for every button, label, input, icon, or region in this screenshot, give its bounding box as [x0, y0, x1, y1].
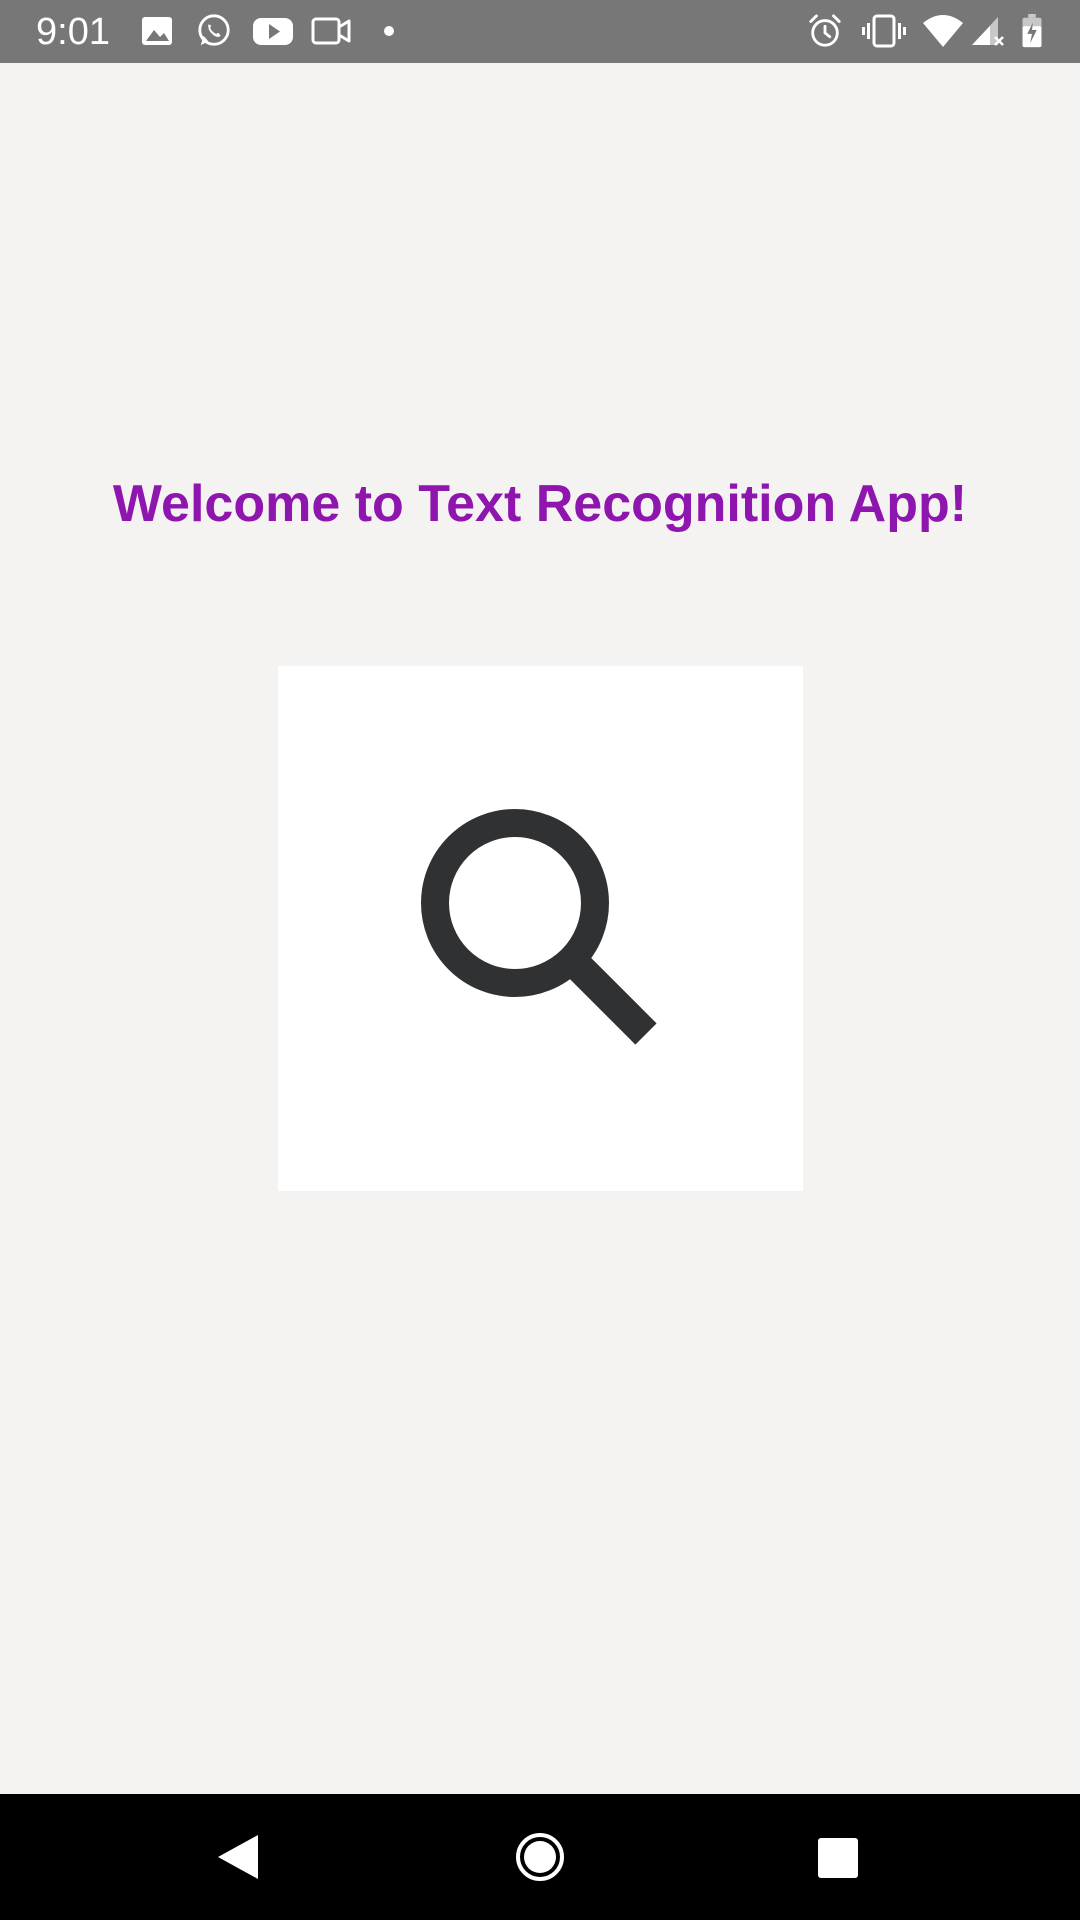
status-bar: 9:01	[0, 0, 1080, 63]
battery-charging-icon	[1022, 13, 1042, 48]
video-camera-icon	[311, 17, 351, 45]
vibrate-icon	[862, 14, 906, 48]
home-icon[interactable]	[500, 1817, 580, 1897]
wifi-icon	[923, 15, 963, 47]
scan-text-button[interactable]	[278, 666, 803, 1191]
image-icon	[142, 17, 172, 45]
recents-icon[interactable]	[797, 1817, 877, 1897]
status-time: 9:01	[36, 11, 110, 53]
navigation-bar	[0, 1794, 1080, 1920]
alarm-icon	[809, 14, 841, 47]
welcome-title: Welcome to Text Recognition App!	[112, 475, 968, 533]
youtube-icon	[253, 18, 293, 45]
cell-signal-icon	[972, 17, 1004, 46]
back-icon[interactable]	[200, 1817, 280, 1897]
whatsapp-icon	[198, 14, 230, 46]
search-icon	[421, 809, 657, 1045]
notification-dot-icon	[384, 26, 394, 36]
app-screen: 9:01 Welcome to Text Recognition App!	[0, 0, 1080, 1920]
